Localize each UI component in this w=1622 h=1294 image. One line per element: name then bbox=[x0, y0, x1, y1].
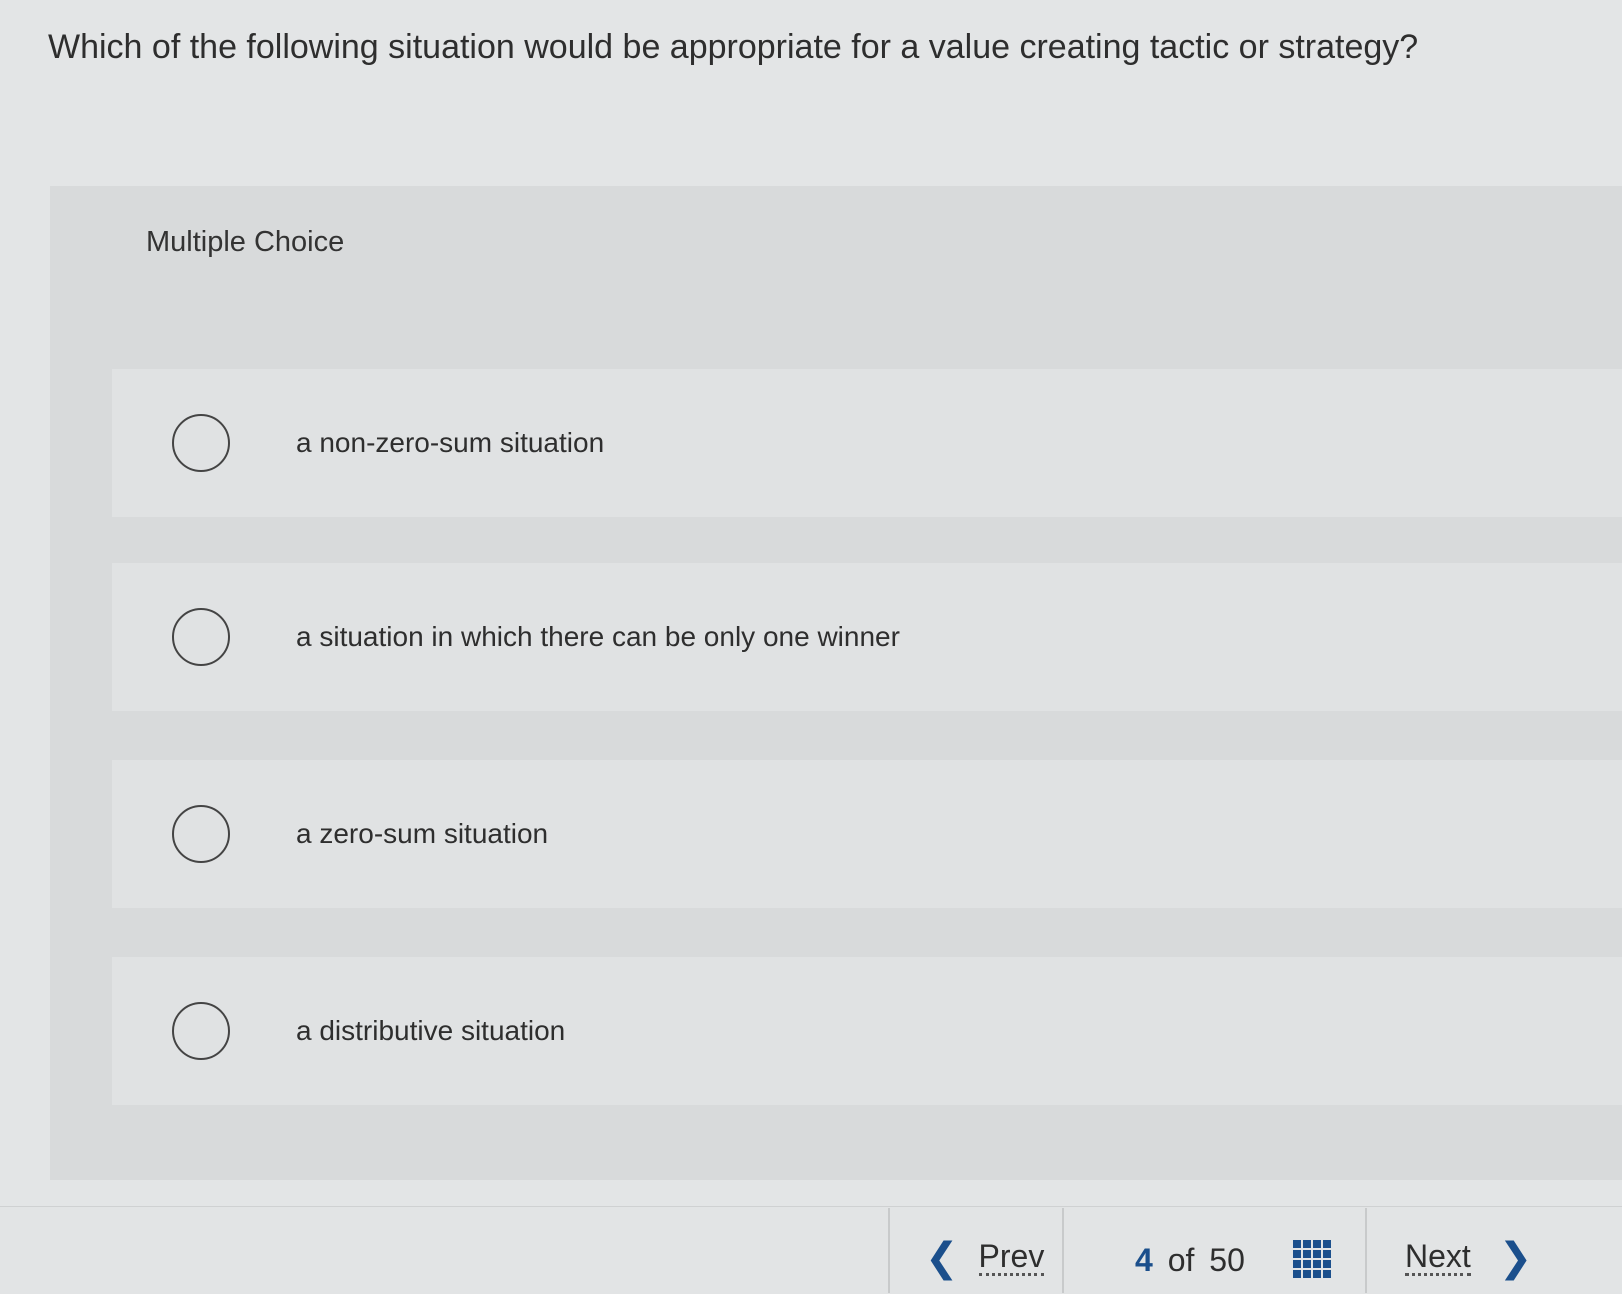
page-indicator: 4 of 50 bbox=[1135, 1242, 1245, 1279]
prev-label: Prev bbox=[978, 1239, 1045, 1277]
answer-option-label: a distributive situation bbox=[296, 1015, 566, 1046]
navigation-footer bbox=[0, 1206, 1622, 1294]
page-of-text: of bbox=[1167, 1242, 1195, 1278]
grid-icon[interactable] bbox=[1293, 1240, 1331, 1278]
question-text: Which of the following situation would b… bbox=[48, 28, 1419, 66]
answer-option-3[interactable]: a zero-sum situation bbox=[112, 760, 1622, 908]
current-page: 4 bbox=[1135, 1242, 1153, 1278]
radio-button-icon[interactable] bbox=[172, 414, 230, 472]
next-button[interactable]: Next ❯ bbox=[1405, 1238, 1532, 1278]
answer-option-label: a zero-sum situation bbox=[296, 818, 549, 849]
footer-divider bbox=[888, 1208, 890, 1293]
answer-option-label: a non-zero-sum situation bbox=[296, 427, 605, 458]
radio-button-icon[interactable] bbox=[172, 1002, 230, 1060]
answer-option-4[interactable]: a distributive situation bbox=[112, 957, 1622, 1105]
footer-divider bbox=[1062, 1208, 1064, 1293]
next-label: Next bbox=[1405, 1239, 1471, 1277]
total-pages: 50 bbox=[1209, 1242, 1245, 1278]
chevron-right-icon: ❯ bbox=[1498, 1236, 1533, 1280]
radio-button-icon[interactable] bbox=[172, 805, 230, 863]
prev-button[interactable]: ❮ Prev bbox=[925, 1236, 1045, 1280]
question-type-label: Multiple Choice bbox=[146, 226, 345, 258]
answer-option-label: a situation in which there can be only o… bbox=[296, 621, 900, 652]
answer-option-1[interactable]: a non-zero-sum situation bbox=[112, 369, 1622, 517]
footer-divider bbox=[1365, 1208, 1367, 1293]
chevron-left-icon: ❮ bbox=[925, 1236, 959, 1280]
answer-option-2[interactable]: a situation in which there can be only o… bbox=[112, 563, 1622, 711]
radio-button-icon[interactable] bbox=[172, 608, 230, 666]
